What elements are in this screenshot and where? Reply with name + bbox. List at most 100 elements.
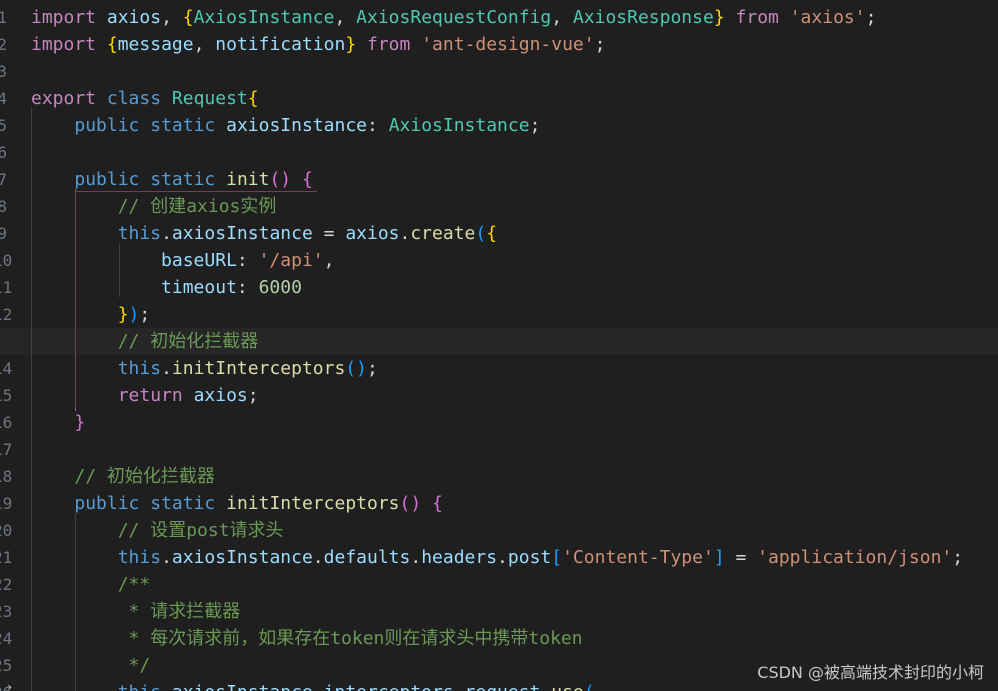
- code-token: {: [302, 169, 313, 190]
- code-line-text: public static init() {: [31, 166, 313, 193]
- indent-guide: [31, 108, 32, 691]
- code-token: ;: [594, 34, 606, 55]
- code-token: Request: [171, 88, 248, 109]
- code-line[interactable]: // 设置post请求头: [0, 517, 998, 544]
- code-token: public: [74, 493, 140, 514]
- code-line[interactable]: // 初始化拦截器: [0, 463, 998, 490]
- code-line-text: // 设置post请求头: [31, 517, 284, 544]
- code-token: defaults: [323, 547, 411, 568]
- code-line[interactable]: public static init() {: [0, 166, 998, 193]
- code-token: .: [161, 547, 172, 568]
- code-token: }: [74, 412, 86, 433]
- code-token: (): [269, 169, 292, 190]
- code-line[interactable]: public static initInterceptors() {: [0, 490, 998, 517]
- code-editor[interactable]: 1234567891011121314151617181920212223242…: [0, 0, 998, 691]
- code-token: 'application/json': [757, 547, 953, 568]
- code-line-text: this.axiosInstance.interceptors.request.…: [31, 679, 595, 691]
- code-line-text: // 初始化拦截器: [31, 463, 215, 490]
- code-token: :: [367, 115, 389, 136]
- code-token: .: [313, 682, 324, 691]
- code-token: notification: [215, 34, 346, 55]
- code-line-text: /**: [31, 571, 151, 598]
- code-token: ,: [323, 250, 335, 271]
- code-token: (): [399, 493, 422, 514]
- code-line-text: * 请求拦截器: [31, 598, 241, 625]
- code-line-text: public static initInterceptors() {: [31, 490, 443, 517]
- code-token: ;: [952, 547, 964, 568]
- code-token: interceptors: [324, 682, 454, 691]
- code-line[interactable]: }: [0, 409, 998, 436]
- code-token: ,: [551, 7, 573, 28]
- code-token: public: [74, 169, 140, 190]
- code-token: .: [410, 547, 422, 568]
- code-line[interactable]: import axios, {AxiosInstance, AxiosReque…: [0, 4, 998, 31]
- code-line[interactable]: [0, 436, 998, 463]
- code-token: create: [410, 223, 476, 244]
- code-token: {: [432, 493, 443, 514]
- code-line-text: export class Request{: [31, 85, 259, 112]
- code-line[interactable]: [0, 139, 998, 166]
- code-token: * 请求拦截器: [117, 601, 241, 622]
- code-token: headers: [421, 547, 498, 568]
- code-token: 'Content-Type': [562, 547, 714, 568]
- code-token: =: [312, 223, 346, 244]
- code-token: axiosInstance: [226, 115, 367, 136]
- indent-guide: [75, 513, 76, 691]
- code-token: .: [540, 682, 551, 691]
- code-token: .: [399, 223, 411, 244]
- code-token: ,: [161, 7, 183, 28]
- code-token: this: [117, 547, 162, 568]
- code-token: .: [161, 682, 172, 691]
- code-line-text: import {message, notification} from 'ant…: [31, 31, 605, 58]
- code-token: axios: [345, 223, 400, 244]
- code-line-text: * 每次请求前，如果存在token则在请求头中携带token: [31, 625, 583, 652]
- code-token: (: [584, 682, 595, 691]
- code-token: ;: [366, 358, 378, 379]
- code-token: (: [475, 223, 487, 244]
- code-line[interactable]: import {message, notification} from 'ant…: [0, 31, 998, 58]
- code-line[interactable]: * 请求拦截器: [0, 598, 998, 625]
- code-line[interactable]: export class Request{: [0, 85, 998, 112]
- code-token: axiosInstance: [172, 682, 313, 691]
- code-token: 'axios': [789, 7, 866, 28]
- code-line[interactable]: public static axiosInstance: AxiosInstan…: [0, 112, 998, 139]
- code-line[interactable]: [0, 58, 998, 85]
- code-line-text: this.axiosInstance.defaults.headers.post…: [31, 544, 963, 571]
- code-token: .: [312, 547, 324, 568]
- code-token: [: [551, 547, 563, 568]
- code-token: ,: [334, 7, 357, 28]
- code-token: from: [735, 7, 779, 28]
- code-token: AxiosInstance: [388, 115, 530, 136]
- code-token: public: [74, 115, 140, 136]
- code-token: initInterceptors: [226, 493, 400, 514]
- watermark: CSDN @被高端技术封印的小柯: [757, 663, 984, 682]
- code-line[interactable]: /**: [0, 571, 998, 598]
- code-token: export: [31, 88, 97, 109]
- code-line[interactable]: * 每次请求前，如果存在token则在请求头中携带token: [0, 625, 998, 652]
- code-token: AxiosRequestConfig: [356, 7, 552, 28]
- code-token: {: [106, 34, 118, 55]
- bracket-scope-box: [75, 191, 317, 408]
- fold-chevron-icon[interactable]: ›: [6, 681, 16, 691]
- code-token: {: [182, 7, 194, 28]
- code-token: ,: [193, 34, 216, 55]
- code-line-text: */: [31, 652, 151, 679]
- code-token: .: [454, 682, 465, 691]
- code-token: import: [31, 7, 97, 28]
- code-line[interactable]: this.axiosInstance.defaults.headers.post…: [0, 544, 998, 571]
